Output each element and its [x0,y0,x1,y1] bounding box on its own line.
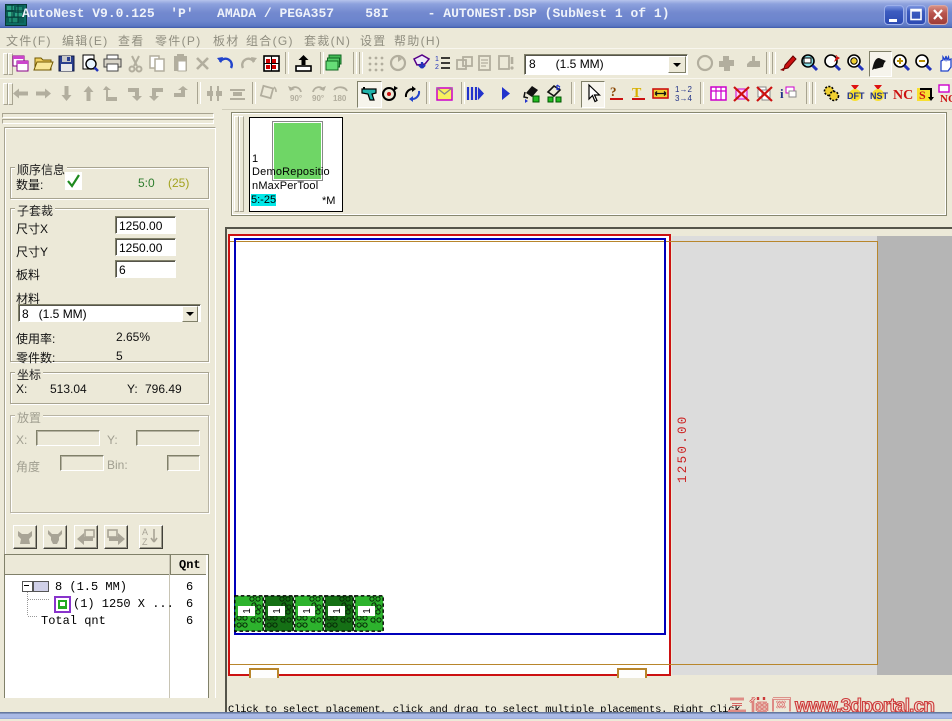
svg-text:1: 1 [435,56,439,63]
svg-text:180: 180 [333,94,347,103]
svg-text:1→2: 1→2 [675,85,692,94]
svg-text:NC: NC [940,93,952,104]
svg-text:3→4: 3→4 [675,94,692,103]
svg-text:i: i [780,86,784,101]
svg-text:90°: 90° [312,94,324,103]
svg-text:1: 1 [302,608,313,614]
svg-text:90°: 90° [290,94,302,103]
svg-text:NST: NST [870,91,889,101]
svg-text:1: 1 [242,608,253,614]
svg-text:S: S [919,88,926,102]
svg-text:DFT: DFT [847,91,865,101]
svg-text:Z: Z [142,537,148,547]
svg-text:1: 1 [272,608,283,614]
svg-text:1: 1 [362,608,373,614]
svg-text:A: A [142,527,148,537]
svg-text:1250.00: 1250.00 [676,414,690,483]
svg-text:1: 1 [332,608,343,614]
svg-text:?: ? [610,84,617,99]
svg-text:NC: NC [893,88,913,103]
svg-text:2: 2 [435,64,439,71]
